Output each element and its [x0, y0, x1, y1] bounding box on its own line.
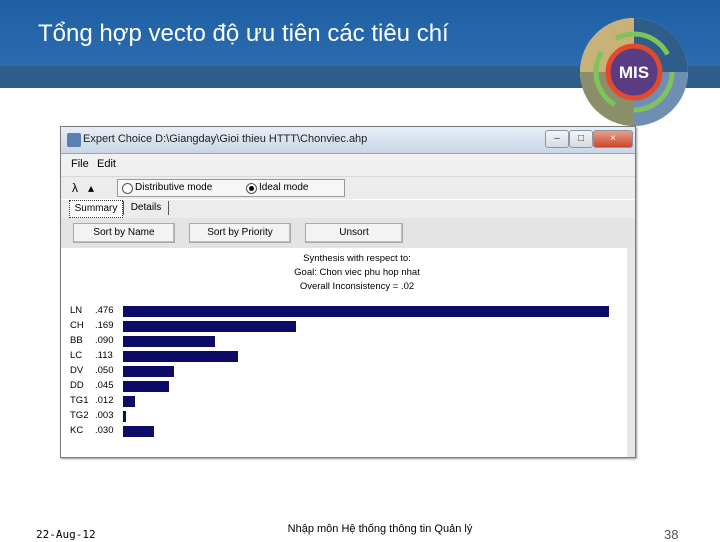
minimize-button[interactable]: –	[545, 130, 569, 148]
criterion-value: .045	[95, 380, 114, 391]
menu-file[interactable]: File	[71, 158, 89, 170]
criterion-label: TG2	[70, 410, 89, 421]
footer-date: 22-Aug-12	[36, 528, 96, 541]
expert-choice-window: Expert Choice D:\Giangday\Gioi thieu HTT…	[60, 126, 636, 458]
priority-bar	[123, 426, 154, 437]
window-titlebar: Expert Choice D:\Giangday\Gioi thieu HTT…	[61, 127, 635, 154]
menu-bar: File Edit	[61, 154, 635, 177]
tab-summary[interactable]: Summary	[69, 200, 123, 218]
criterion-value: .090	[95, 335, 114, 346]
mis-logo: MIS	[580, 18, 688, 126]
pointer-icon[interactable]: ▴	[83, 180, 99, 196]
criterion-value: .113	[95, 350, 113, 361]
criterion-value: .169	[95, 320, 114, 331]
tab-bar: Summary Details	[61, 200, 635, 218]
criterion-label: LC	[70, 350, 83, 361]
synthesis-goal: Goal: Chon viec phu hop nhat	[294, 267, 420, 278]
tab-details[interactable]: Details	[127, 200, 165, 216]
criterion-label: BB	[70, 335, 83, 346]
close-button[interactable]: ×	[593, 130, 633, 148]
ideal-mode-radio[interactable]	[246, 183, 257, 194]
synthesis-heading: Synthesis with respect to:	[303, 253, 411, 264]
vertical-scrollbar[interactable]	[627, 248, 635, 457]
criterion-value: .030	[95, 425, 114, 436]
logo-text: MIS	[619, 63, 649, 82]
distributive-mode-radio[interactable]	[122, 183, 133, 194]
priority-bar	[123, 396, 135, 407]
synthesis-pane: Synthesis with respect to: Goal: Chon vi…	[61, 248, 635, 457]
priority-bar	[123, 351, 238, 362]
criterion-value: .003	[95, 410, 114, 421]
priority-bar	[123, 366, 174, 377]
app-icon	[67, 133, 81, 147]
footer-course: Nhập môn Hệ thống thông tin Quản lý	[287, 523, 473, 535]
sort-by-name-button[interactable]: Sort by Name	[73, 223, 175, 243]
criterion-label: DD	[70, 380, 84, 391]
window-title: Expert Choice D:\Giangday\Gioi thieu HTT…	[83, 133, 368, 145]
criterion-label: TG1	[70, 395, 89, 406]
tab-separator	[168, 201, 169, 215]
priority-bar	[123, 321, 296, 332]
unsort-button[interactable]: Unsort	[305, 223, 403, 243]
slide-title: Tổng hợp vecto độ ưu tiên các tiêu chí	[38, 20, 449, 47]
priority-bar	[123, 306, 609, 317]
ideal-mode-label: Ideal mode	[259, 182, 309, 193]
criterion-value: .050	[95, 365, 114, 376]
priority-bar	[123, 336, 215, 347]
sort-button-row: Sort by Name Sort by Priority Unsort	[61, 218, 635, 248]
distributive-mode-label: Distributive mode	[135, 182, 213, 193]
lambda-icon[interactable]: λ	[67, 180, 83, 196]
maximize-button[interactable]: □	[569, 130, 593, 148]
criterion-label: CH	[70, 320, 84, 331]
mode-selector: Distributive mode Ideal mode	[117, 179, 345, 197]
priority-bar	[123, 381, 169, 392]
toolbar: λ ▴ Distributive mode Ideal mode	[61, 177, 635, 199]
menu-edit[interactable]: Edit	[97, 158, 116, 170]
criterion-label: LN	[70, 305, 83, 316]
sort-by-priority-button[interactable]: Sort by Priority	[189, 223, 291, 243]
criterion-value: .012	[95, 395, 114, 406]
criterion-label: KC	[70, 425, 84, 436]
priority-bar	[123, 411, 126, 422]
tab-separator	[123, 201, 124, 215]
overall-inconsistency: Overall Inconsistency = .02	[299, 281, 415, 292]
criterion-value: .476	[95, 305, 114, 316]
criterion-label: DV	[70, 365, 84, 376]
